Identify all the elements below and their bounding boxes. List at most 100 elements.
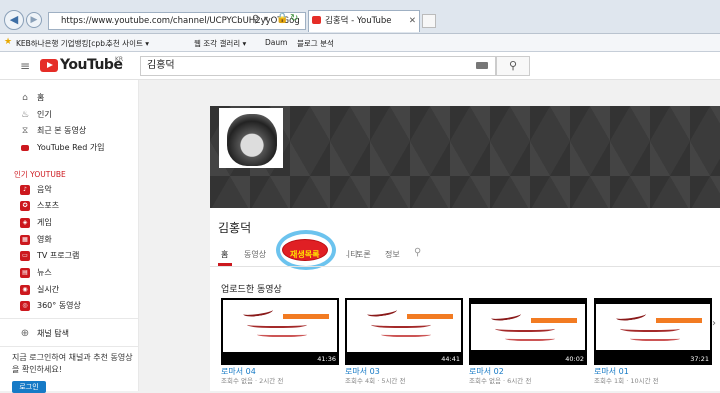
sidebar-item-youtube-red[interactable]: YouTube Red 가입 [0,140,139,156]
video-thumbnail[interactable]: 44:41 [345,298,463,365]
sidebar-divider [0,318,139,319]
sidebar-item-home[interactable]: ⌂ 홈 [0,90,139,106]
sidebar-item-label: 게임 [37,218,52,227]
video-meta: 조회수 4회 · 5시간 전 [345,377,406,385]
sidebar-item-tv[interactable]: ▭ TV 프로그램 [0,248,139,264]
video-thumbnail[interactable]: 40:02 [469,298,587,365]
signin-prompt: 지금 로그인하여 채널과 추천 동영상을 확인하세요! [12,353,133,374]
channel-name[interactable]: 김홍덕 [218,219,251,236]
search-button[interactable]: ⚲ [496,56,530,76]
fav-link-blog[interactable]: 블로그 분석 [297,38,334,49]
sidebar-item-label: 최근 본 동영상 [37,126,87,135]
login-button[interactable]: 로그인 [12,381,46,393]
video-meta: 조회수 1회 · 10시간 전 [594,377,659,385]
search-icon: ⚲ [508,59,518,72]
music-icon: ♪ [20,185,30,195]
tab-title: 김홍덕 - YouTube [325,16,392,26]
browser-toolbar: ◀ ▶ https://www.youtube.com/channel/UCPY… [0,0,720,34]
video-card[interactable]: 44:41 로마서 03 조회수 4회 · 5시간 전 [345,298,463,386]
tab-videos[interactable]: 동영상 [244,249,266,260]
sidebar-item-label: YouTube Red 가입 [37,143,105,152]
fav-link-bank[interactable]: KEB하나은행 기업뱅킹[cpb... [16,38,112,49]
close-tab-icon[interactable]: ✕ [409,11,416,31]
sidebar-item-sports[interactable]: ✪ 스포츠 [0,198,139,214]
movie-icon: ▦ [20,235,30,245]
search-input[interactable]: 김홍덕 [140,56,496,76]
video-card[interactable]: 41:36 로마서 04 조회수 없음 · 2시간 전 [221,298,339,386]
forward-button[interactable]: ▶ [26,12,42,28]
video-meta: 조회수 없음 · 2시간 전 [221,377,284,385]
youtube-logo-icon[interactable] [40,59,58,72]
fav-link-gallery[interactable]: 웹 조각 갤러리 ▾ [194,38,246,49]
tv-icon: ▭ [20,251,30,261]
game-icon: ◈ [20,218,30,228]
address-search-icon[interactable]: ⚲ [252,14,259,25]
channel-avatar[interactable] [219,108,283,168]
tab-about[interactable]: 정보 [385,249,400,260]
carousel-next-icon[interactable]: › [712,318,716,329]
video-card[interactable]: 40:02 로마서 02 조회수 없음 · 6시간 전 [469,298,587,386]
youtube-favicon-icon [312,16,321,24]
sidebar-item-label: 인기 [37,110,52,119]
new-tab-button[interactable] [422,14,436,28]
youtube-header: ≡ YouTube KR 김홍덕 ⚲ [0,52,720,80]
favorites-star-icon[interactable]: ★ [4,37,12,47]
search-value: 김홍덕 [147,60,175,71]
fav-link-daum[interactable]: Daum [265,38,287,47]
sidebar-item-trending[interactable]: ♨ 인기 [0,107,139,123]
uploads-section-title[interactable]: 업로드한 동영상 [221,282,282,295]
tab-divider [210,266,720,267]
tab-discussion[interactable]: 토론 [356,249,371,260]
sidebar-divider [0,346,139,347]
keyboard-icon[interactable] [476,62,488,69]
video-duration: 41:36 [315,355,338,364]
sidebar-item-label: 스포츠 [37,201,60,210]
sidebar-item-label: 홈 [37,93,45,102]
sidebar-item-browse-channels[interactable]: ⊕ 채널 탐색 [0,326,139,342]
browser-tab-active[interactable]: 김홍덕 - YouTube ✕ [308,10,420,32]
video-thumbnail[interactable]: 41:36 [221,298,339,365]
channel-search-icon[interactable]: ⚲ [414,247,421,258]
video-title[interactable]: 로마서 04 [221,367,339,377]
sidebar-item-label: 뉴스 [37,268,52,277]
sidebar-item-label: 음악 [37,185,52,194]
channel-banner [210,106,720,208]
sidebar-item-label: 영화 [37,235,52,244]
sidebar-section-title: 인기 YOUTUBE [14,170,66,179]
sidebar-item-movies[interactable]: ▦ 영화 [0,232,139,248]
youtube-logo-text[interactable]: YouTube [60,57,123,73]
news-icon: ▤ [20,268,30,278]
sidebar-item-label: 360° 동영상 [37,301,81,310]
favorites-bar: ★ KEB하나은행 기업뱅킹[cpb... 추천 사이트 ▾ 웹 조각 갤러리 … [0,34,720,52]
sidebar-item-history[interactable]: ⧖ 최근 본 동영상 [0,123,139,139]
video-meta: 조회수 없음 · 6시간 전 [469,377,532,385]
sports-icon: ✪ [20,201,30,211]
hamburger-menu-icon[interactable]: ≡ [20,59,30,73]
video-title[interactable]: 로마서 02 [469,367,587,377]
video-card[interactable]: 37:21 로마서 01 조회수 1회 · 10시간 전 [594,298,712,386]
plus-circle-icon: ⊕ [20,328,30,339]
dropdown-icon[interactable]: ▾ [264,14,268,23]
video-title[interactable]: 로마서 03 [345,367,463,377]
history-icon: ⧖ [21,126,29,136]
sidebar-item-music[interactable]: ♪ 음악 [0,182,139,198]
video-title[interactable]: 로마서 01 [594,367,712,377]
video-duration: 40:02 [563,355,586,364]
refresh-icon[interactable]: ↻ [290,13,298,24]
sidebar: ⌂ 홈 ♨ 인기 ⧖ 최근 본 동영상 YouTube Red 가입 인기 YO… [0,80,139,393]
lock-icon: 🔒 [276,13,289,24]
sidebar-item-360[interactable]: ◎ 360° 동영상 [0,298,139,314]
region-label: KR [115,56,124,63]
tab-playlists[interactable]: 재생목록 [290,249,319,260]
flame-icon: ♨ [20,110,30,120]
sidebar-item-live[interactable]: ◉ 실시간 [0,282,139,298]
sidebar-item-gaming[interactable]: ◈ 게임 [0,215,139,231]
tab-home[interactable]: 홈 [221,249,228,260]
video-duration: 37:21 [688,355,711,364]
sidebar-item-news[interactable]: ▤ 뉴스 [0,265,139,281]
vr-icon: ◎ [20,301,30,311]
back-button[interactable]: ◀ [4,10,24,30]
fav-link-suggested[interactable]: 추천 사이트 ▾ [106,38,149,49]
sidebar-item-label: 채널 탐색 [37,329,69,338]
video-thumbnail[interactable]: 37:21 [594,298,712,365]
